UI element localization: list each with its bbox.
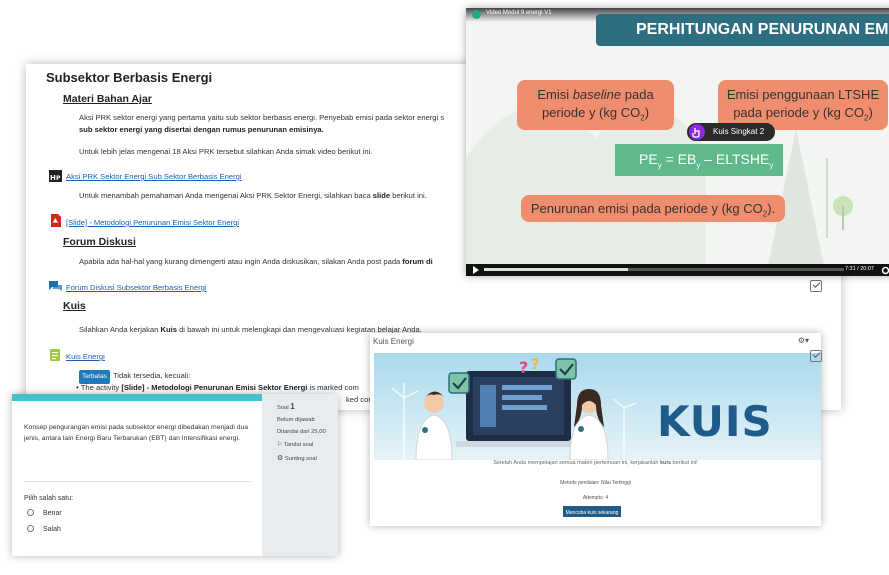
question-marks: Ditandai dari 25,00 [277,429,326,435]
section-title: Subsektor Berbasis Energi [46,70,213,85]
edit-question[interactable]: ⚙ Sunting soal [277,454,317,462]
video-prompt: Untuk lebih jelas mengenai 18 Aksi PRK t… [79,147,373,156]
quiz-activity-panel: Kuis Energi ⚙▾ ? ? KUIS Setelah Anda mem… [370,333,821,526]
forum-heading: Forum Diskusi [63,236,136,248]
question-number: Soal 1 [277,402,295,411]
settings-gear-icon[interactable] [881,266,889,275]
forum-activity-link[interactable]: Forum Diskusi Subsektor Berbasis Energi [66,283,207,292]
completion-checkbox-icon[interactable] [810,350,822,362]
video-progress-bar[interactable] [484,268,844,271]
video-progress-fill [484,268,628,271]
kuis-heading: Kuis [63,300,86,312]
h5p-icon: HP [49,170,62,182]
materi-heading: Materi Bahan Ajar [63,93,152,105]
slide-activity-link[interactable]: [Slide] - Metodologi Penurunan Emisi Sek… [66,218,239,227]
quiz-question-panel: Konsep pengurangan emisi pada subsektor … [12,394,338,556]
slide-prompt: Untuk menambah pemahaman Anda mengenai A… [79,191,427,200]
slide-banner: PERHITUNGAN PENURUNAN EMI [596,14,889,46]
quiz-title: Kuis Energi [373,337,414,346]
answer-status: Belum dijawab [277,417,315,423]
kuis-activity-link[interactable]: Kuis Energi [66,352,105,361]
question-accent-bar [12,394,262,401]
screenshot-collage: Subsektor Berbasis Energi Materi Bahan A… [0,0,889,575]
radio-button[interactable] [27,525,34,532]
emission-formula: PEy = EBy – ELTSHEy [615,144,783,176]
question-text: Konsep pengurangan emisi pada subsektor … [24,424,249,442]
attempt-quiz-button[interactable]: Mencoba kuis sekarang [563,506,621,517]
play-icon[interactable] [471,265,481,275]
video-title: Video Modul 9 energi V1 [486,10,552,16]
grading-method: Metode penilaian: Nilai Tertinggi [560,480,631,486]
h5p-activity-link[interactable]: Aksi PRK Sektor Energi Sub Sektor Berbas… [66,172,242,181]
quiz-banner-word: KUIS [657,397,773,446]
question-divider [24,481,252,482]
completion-checkbox-icon[interactable] [810,280,822,292]
gear-icon: ⚙ [277,455,284,462]
channel-avatar [472,10,481,19]
pdf-icon [49,214,62,227]
video-player[interactable]: Video Modul 9 energi V1 PERHITUNGAN PENU… [466,8,889,276]
svg-text:?: ? [531,357,539,373]
question-info-sidebar: Soal 1 Belum dijawab Ditandai dari 25,00… [262,394,338,556]
pointer-hand-icon [689,124,705,140]
video-background-illustration [466,105,853,276]
svg-text:P: P [56,175,61,182]
flag-question[interactable]: ⚐ Tandai soal [277,441,313,448]
quiz-icon [49,348,62,361]
forum-prompt: Apabila ada hal-hal yang kurang dimenger… [79,257,433,266]
intro-text: Aksi PRK sektor energi yang pertama yait… [79,113,445,134]
restriction-condition: • The activity [Slide] - Metodologi Penu… [76,383,359,392]
radio-button[interactable] [27,509,34,516]
option-salah[interactable]: Salah [27,525,61,533]
baseline-emission-bubble: Emisi baseline pada periode y (kg CO2) [517,80,674,130]
flag-icon: ⚐ [277,442,283,448]
attempts-count: Attempts: 4 [582,495,609,501]
quick-quiz-marker[interactable]: Kuis Singkat 2 [687,123,775,141]
svg-text:?: ? [519,358,528,377]
choose-one-label: Pilih salah satu: [24,495,74,502]
forum-icon [49,280,62,292]
settings-gear-icon[interactable]: ⚙▾ [798,336,809,345]
video-timestamp: 7:31 / 20:07 [844,266,874,272]
video-controls: 7:31 / 20:07 [466,264,889,276]
quiz-banner: ? ? KUIS [374,353,821,460]
option-benar[interactable]: Benar [27,509,62,517]
quiz-intro: Setelah Anda mempelajari semua materi pe… [493,460,698,466]
emission-reduction-bubble: Penurunan emisi pada periode y (kg CO2). [521,195,785,222]
